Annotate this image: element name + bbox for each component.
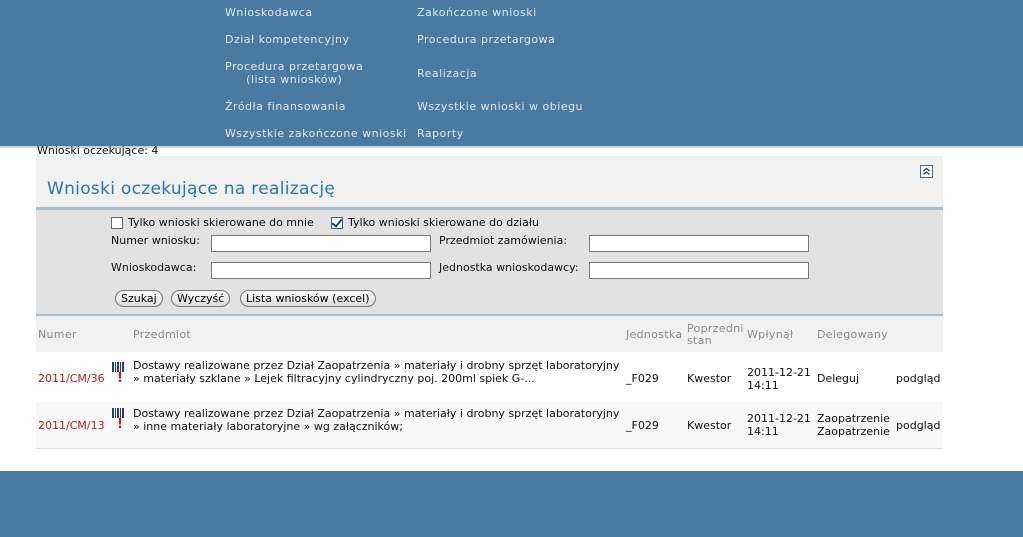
header-number: Numer	[38, 328, 77, 341]
checkbox-dept-label: Tylko wnioski skierowane do działu	[348, 216, 539, 229]
nav-link-wszystkie-zakonczone[interactable]: Wszystkie zakończone wnioski	[225, 127, 407, 140]
preview-link[interactable]: podgląd	[896, 372, 940, 385]
subject-text: Dostawy realizowane przez Dział Zaopatrz…	[133, 359, 620, 385]
number-input[interactable]	[211, 235, 431, 252]
nav-link-wszystkie-w-obiegu[interactable]: Wszystkie wnioski w obiegu	[417, 100, 583, 113]
prev-state-text: Kwestor	[687, 419, 732, 432]
checkbox-dept[interactable]	[331, 216, 343, 229]
exclamation-icon: !	[117, 417, 123, 432]
unit-label: Jednostka wnioskodawcy:	[439, 261, 579, 274]
header-received: Wpłynął	[747, 328, 794, 341]
received-cell: 2011-12-21 14:11	[747, 366, 811, 392]
delegated-line1: Zaopatrzenie	[817, 412, 890, 425]
nav-link-procedura-lista-line2: (lista wniosków)	[246, 73, 343, 86]
status-icons: !	[112, 408, 128, 436]
table-row: 2011/CM/13 ! Dostawy realizowane przez D…	[36, 402, 943, 449]
delegated-line2: Zaopatrzenie	[817, 425, 890, 438]
delegate-link[interactable]: Deleguj	[817, 372, 859, 385]
clear-button[interactable]: Wyczyść	[171, 290, 231, 307]
nav-link-dzial-kompetencyjny[interactable]: Dział kompetencyjny	[225, 33, 349, 46]
checkbox-mine-label: Tylko wnioski skierowane do mnie	[128, 216, 314, 229]
received-cell: 2011-12-21 14:11	[747, 412, 811, 438]
delegated-cell: Zaopatrzenie Zaopatrzenie	[817, 412, 890, 438]
pending-requests-panel: Wnioski oczekujące na realizację Tylko w…	[36, 156, 943, 449]
checkbox-mine-row[interactable]: Tylko wnioski skierowane do mnie	[111, 216, 314, 229]
nav-link-procedura-lista[interactable]: Procedura przetargowa (lista wniosków)	[225, 60, 363, 86]
double-chevron-up-icon	[923, 167, 930, 175]
applicant-input[interactable]	[211, 262, 431, 279]
nav-link-zrodla-finansowania[interactable]: Źródła finansowania	[225, 100, 346, 113]
received-time: 14:11	[747, 379, 779, 392]
received-date: 2011-12-21	[747, 412, 811, 425]
request-number-link[interactable]: 2011/CM/13	[38, 419, 105, 432]
prev-state-text: Kwestor	[687, 372, 732, 385]
nav-link-raporty[interactable]: Raporty	[417, 127, 464, 140]
unit-text: _F029	[626, 419, 659, 432]
panel-header: Wnioski oczekujące na realizację	[36, 156, 943, 210]
table-header-row: Numer Przedmiot Jednostka Poprzedni stan…	[36, 316, 943, 352]
excel-list-button[interactable]: Lista wniosków (excel)	[240, 290, 376, 307]
header-subject: Przedmiot	[133, 328, 192, 341]
header-prev-state: Poprzedni stan	[687, 323, 744, 347]
collapse-button[interactable]	[920, 165, 933, 178]
received-date: 2011-12-21	[747, 366, 811, 379]
header-prev-state-line2: stan	[687, 334, 712, 347]
checkbox-dept-row[interactable]: Tylko wnioski skierowane do działu	[331, 216, 539, 229]
nav-link-zakonczone-wnioski[interactable]: Zakończone wnioski	[417, 6, 537, 19]
subject-label: Przedmiot zamówienia:	[439, 234, 568, 247]
table-row: 2011/CM/36 ! Dostawy realizowane przez D…	[36, 352, 943, 402]
number-label: Numer wniosku:	[111, 234, 200, 247]
unit-text: _F029	[626, 372, 659, 385]
panel-title: Wnioski oczekujące na realizację	[47, 179, 336, 199]
applicant-label: Wnioskodawca:	[111, 261, 197, 274]
request-number-link[interactable]: 2011/CM/36	[38, 372, 105, 385]
checkbox-mine[interactable]	[111, 216, 123, 229]
bottom-band	[0, 471, 1023, 537]
search-button[interactable]: Szukaj	[115, 290, 163, 307]
preview-link[interactable]: podgląd	[896, 419, 940, 432]
subject-input[interactable]	[589, 235, 809, 252]
nav-link-procedura-lista-line1: Procedura przetargowa	[225, 60, 364, 73]
unit-input[interactable]	[589, 262, 809, 279]
nav-link-realizacja[interactable]: Realizacja	[417, 67, 477, 80]
header-unit: Jednostka	[626, 328, 683, 341]
nav-link-procedura-przetargowa[interactable]: Procedura przetargowa	[417, 33, 555, 46]
received-time: 14:11	[747, 425, 779, 438]
nav-link-wnioskodawca[interactable]: Wnioskodawca	[225, 6, 313, 19]
header-delegated: Delegowany	[817, 328, 888, 341]
top-navigation-band: Wnioskodawca Dział kompetencyjny Procedu…	[0, 0, 1023, 148]
status-icons: !	[112, 362, 128, 390]
exclamation-icon: !	[117, 371, 123, 386]
subject-text: Dostawy realizowane przez Dział Zaopatrz…	[133, 407, 620, 433]
